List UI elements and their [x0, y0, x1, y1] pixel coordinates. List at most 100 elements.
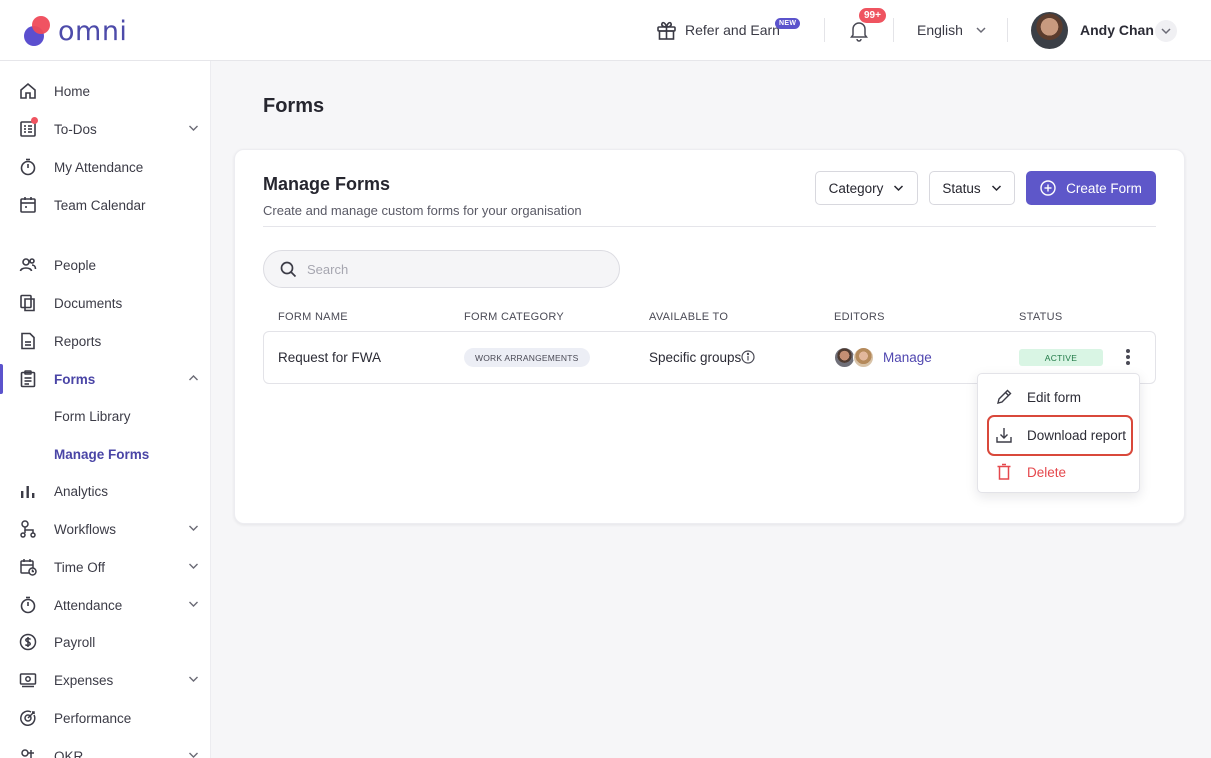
notification-badge: 99+	[859, 8, 886, 23]
category-filter-label: Category	[828, 180, 884, 196]
home-icon	[20, 82, 36, 99]
highlight-annotation	[987, 415, 1133, 456]
info-icon[interactable]	[741, 350, 755, 364]
sidebar-item-workflows[interactable]: Workflows	[0, 510, 210, 548]
sidebar-item-label: Performance	[54, 710, 132, 726]
sidebar-item-label: Reports	[54, 333, 102, 349]
sidebar-item-attendance[interactable]: Attendance	[0, 586, 210, 624]
chevron-down-icon	[189, 125, 198, 131]
sidebar-item-analytics[interactable]: Analytics	[0, 472, 210, 510]
sidebar-item-label: Attendance	[54, 597, 123, 613]
status-filter-button[interactable]: Status	[929, 171, 1015, 205]
sidebar-item-payroll[interactable]: Payroll	[0, 623, 210, 661]
report-icon	[21, 332, 35, 350]
sidebar-item-forms[interactable]: Forms	[0, 360, 210, 398]
page-title: Forms	[263, 95, 325, 117]
new-badge: NEW	[775, 18, 801, 29]
search-icon	[280, 261, 297, 277]
sidebar-item-reports[interactable]: Reports	[0, 322, 210, 360]
sidebar-item-documents[interactable]: Documents	[0, 284, 210, 322]
language-selector[interactable]: English	[917, 22, 987, 38]
sidebar-item-performance[interactable]: Performance	[0, 699, 210, 737]
user-menu-toggle[interactable]	[1155, 20, 1177, 42]
delete-menu-item[interactable]: Delete	[978, 455, 1141, 489]
editor-avatar	[834, 347, 855, 368]
target-icon	[20, 710, 36, 726]
sidebar-subitem-form-library[interactable]: Form Library	[54, 409, 131, 424]
sidebar-item-okr[interactable]: OKR	[0, 737, 210, 758]
logo-mark-icon	[22, 14, 56, 48]
language-label: English	[917, 22, 963, 38]
time-off-icon	[20, 559, 37, 576]
manage-editors-link[interactable]: Manage	[883, 350, 932, 365]
todo-alert-dot	[31, 117, 38, 124]
sidebar-item-label: Forms	[54, 371, 96, 387]
form-icon	[20, 370, 36, 388]
bell-icon[interactable]	[849, 20, 869, 42]
people-icon	[19, 258, 37, 272]
row-actions-kebab-icon[interactable]	[1121, 346, 1135, 368]
category-filter-button[interactable]: Category	[815, 171, 918, 205]
available-to-cell: Specific groups	[649, 350, 742, 365]
sidebar-item-label: Team Calendar	[54, 197, 146, 213]
trash-icon	[997, 463, 1011, 480]
editor-avatar	[853, 347, 874, 368]
sidebar-item-home[interactable]: Home	[0, 72, 210, 110]
divider	[263, 226, 1156, 227]
money-icon	[19, 673, 37, 688]
chevron-down-icon	[976, 27, 986, 34]
sidebar-subitem-manage-forms[interactable]: Manage Forms	[54, 447, 149, 462]
sidebar-item-label: My Attendance	[54, 159, 144, 175]
chevron-down-icon	[189, 601, 198, 607]
search-input[interactable]	[307, 261, 587, 277]
edit-form-label: Edit form	[1027, 389, 1082, 405]
sidebar: Home To-Dos My Attendance Team Calendar …	[0, 61, 211, 758]
sidebar-item-label: Payroll	[54, 634, 96, 650]
delete-label: Delete	[1027, 464, 1067, 480]
plus-circle-icon	[1040, 180, 1056, 196]
sidebar-item-expenses[interactable]: Expenses	[0, 661, 210, 699]
gift-icon	[657, 21, 676, 40]
column-header-editors: EDITORS	[834, 311, 885, 323]
sidebar-item-label: Documents	[54, 295, 123, 311]
divider	[824, 18, 825, 42]
dollar-icon	[19, 633, 37, 651]
sidebar-item-label: OKR	[54, 748, 84, 758]
chevron-down-icon	[189, 525, 198, 531]
column-header-form-name: FORM NAME	[278, 311, 348, 323]
edit-form-menu-item[interactable]: Edit form	[978, 380, 1141, 414]
user-avatar[interactable]	[1031, 12, 1068, 49]
bar-chart-icon	[21, 486, 35, 498]
sidebar-item-time-off[interactable]: Time Off	[0, 548, 210, 586]
pencil-icon	[997, 389, 1012, 404]
search-box[interactable]	[263, 250, 620, 288]
sidebar-item-people[interactable]: People	[0, 246, 210, 284]
chevron-down-icon	[991, 185, 1001, 192]
chevron-down-icon	[189, 752, 198, 758]
documents-icon	[20, 294, 35, 312]
okr-icon	[21, 749, 34, 758]
sidebar-item-team-calendar[interactable]: Team Calendar	[0, 186, 210, 224]
status-badge: ACTIVE	[1019, 349, 1103, 366]
chevron-down-icon	[1161, 28, 1171, 35]
omni-logo[interactable]: omni	[22, 14, 127, 48]
chevron-down-icon	[894, 185, 904, 192]
sidebar-item-label: Workflows	[54, 521, 117, 537]
sidebar-item-label: People	[54, 257, 97, 273]
divider	[893, 18, 894, 42]
card-title: Manage Forms	[263, 174, 391, 194]
sidebar-item-label: Analytics	[54, 483, 109, 499]
create-form-button[interactable]: Create Form	[1026, 171, 1156, 205]
card-subtitle: Create and manage custom forms for your …	[263, 203, 582, 218]
stopwatch-icon	[20, 158, 36, 176]
refer-and-earn-link[interactable]: Refer and Earn NEW	[656, 18, 801, 40]
user-name[interactable]: Andy Chan	[1080, 22, 1154, 38]
stopwatch-icon	[20, 596, 36, 614]
form-name-cell[interactable]: Request for FWA	[278, 350, 381, 365]
sidebar-item-label: To-Dos	[54, 121, 97, 137]
chevron-up-icon	[189, 375, 198, 381]
sidebar-item-todos[interactable]: To-Dos	[0, 110, 210, 148]
status-filter-label: Status	[942, 180, 981, 196]
sidebar-item-my-attendance[interactable]: My Attendance	[0, 148, 210, 186]
column-header-form-category: FORM CATEGORY	[464, 311, 565, 323]
